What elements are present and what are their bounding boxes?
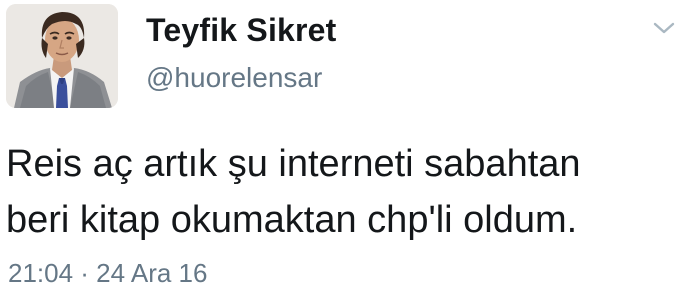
tweet-text-line: Reis aç artık şu interneti sabahtan — [6, 143, 581, 185]
tweet-card: Teyfik Sikret @huorelensar Reis aç artık… — [0, 0, 690, 296]
author-display-name[interactable]: Teyfik Sikret — [146, 12, 337, 49]
tweet-text-line: beri kitap okumaktan chp'li oldum. — [6, 199, 578, 241]
chevron-down-icon[interactable] — [650, 18, 678, 38]
tweet-timestamp[interactable]: 21:04 · 24 Ara 16 — [8, 258, 207, 289]
tweet-text: Reis aç artık şu interneti sabahtan beri… — [6, 136, 676, 248]
author-handle[interactable]: @huorelensar — [146, 62, 322, 94]
avatar[interactable] — [6, 4, 118, 108]
avatar-image — [6, 4, 118, 108]
